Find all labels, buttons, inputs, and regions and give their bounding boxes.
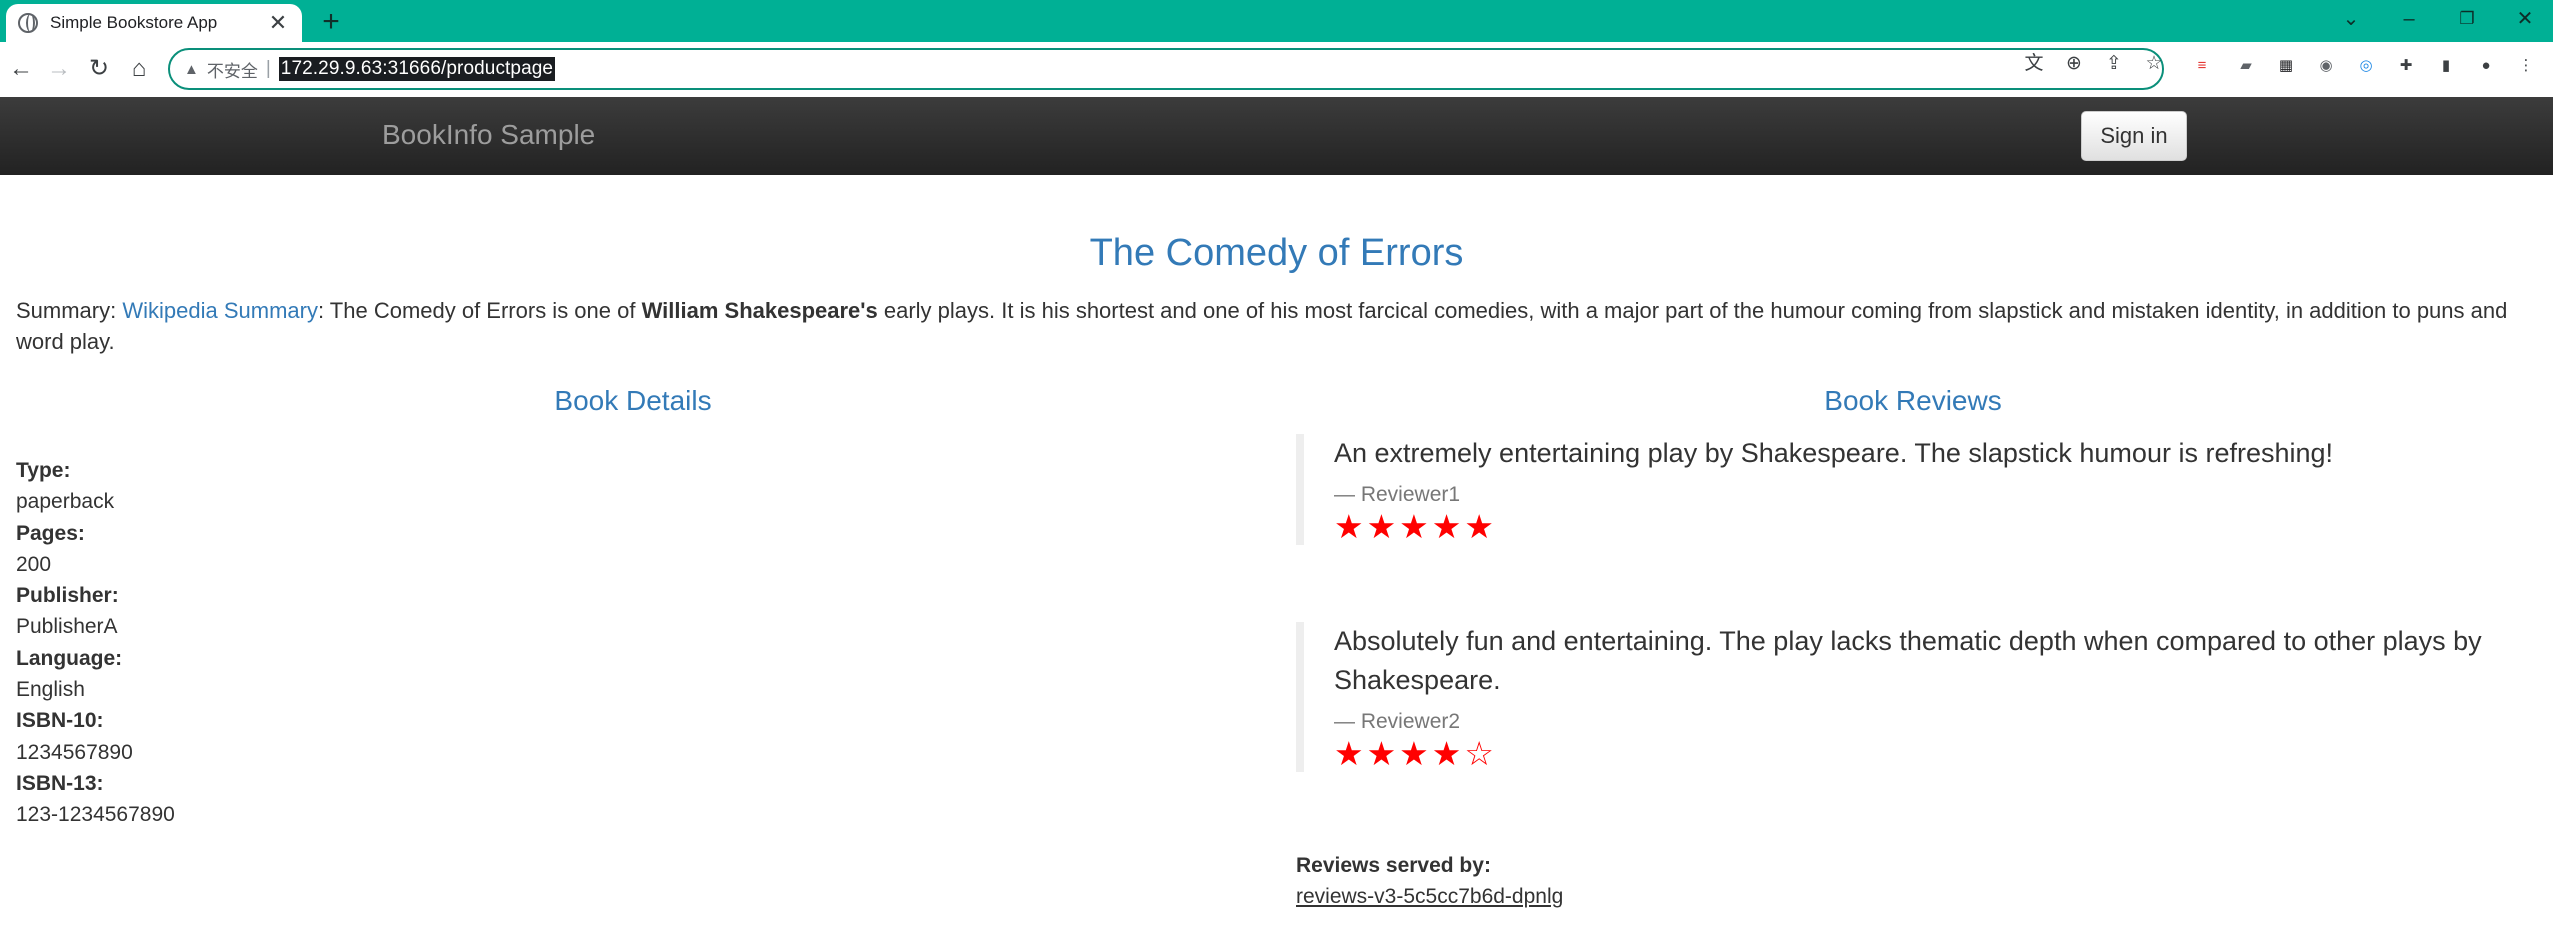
book-summary: Summary: Wikipedia Summary: The Comedy o… [16, 295, 2536, 357]
reload-button[interactable]: ↻ [82, 52, 116, 86]
menu-kebab-icon[interactable]: ⋮ [2514, 54, 2538, 78]
restore-button[interactable]: ❐ [2445, 4, 2489, 34]
detail-value: paperback [16, 490, 115, 514]
forward-button[interactable]: → [42, 52, 76, 86]
book-details-heading: Book Details [554, 385, 712, 416]
detail-label: Language: [16, 646, 123, 670]
security-status[interactable]: 不安全 [207, 57, 258, 82]
reviewer-name: — Reviewer1 [1334, 483, 1461, 506]
ext-chat-icon[interactable]: ▰ [2234, 54, 2258, 78]
wikipedia-summary-link[interactable]: Wikipedia Summary [122, 298, 318, 323]
browser-tab-strip: Simple Bookstore App ✕ + ⌄ – ❐ ✕ [0, 0, 2553, 42]
detail-label: ISBN-13: [16, 771, 104, 795]
address-separator: | [265, 58, 271, 79]
globe-icon [18, 13, 38, 33]
address-bar[interactable]: ▲ 不安全 | 172.29.9.63:31666/productpage [168, 48, 2164, 90]
browser-toolbar: ← → ↻ ⌂ ▲ 不安全 | 172.29.9.63:31666/produc… [0, 42, 2553, 97]
side-panel-icon[interactable]: ▮ [2434, 54, 2458, 78]
reviews-served-by: Reviews served by: reviews-v3-5c5cc7b6d-… [1296, 850, 1563, 912]
ext-blue-icon[interactable]: ◎ [2354, 54, 2378, 78]
star-rating: ★★★★★ [1334, 508, 1497, 545]
close-window-button[interactable]: ✕ [2503, 4, 2547, 34]
bookmark-star-icon[interactable]: ☆ [2140, 52, 2168, 76]
summary-author: William Shakespeare's [641, 298, 878, 323]
detail-value: 123-1234567890 [16, 803, 175, 827]
tab-close-icon[interactable]: ✕ [266, 12, 290, 34]
minimize-button[interactable]: – [2387, 4, 2431, 34]
home-button[interactable]: ⌂ [122, 52, 156, 86]
back-button[interactable]: ← [4, 52, 38, 86]
book-title: The Comedy of Errors [1089, 232, 1464, 274]
detail-label: Publisher: [16, 584, 119, 608]
review-text: Absolutely fun and entertaining. The pla… [1334, 626, 2482, 695]
review-card: Absolutely fun and entertaining. The pla… [1296, 622, 2526, 772]
ext-camera-icon[interactable]: ◉ [2314, 54, 2338, 78]
book-details-list: Type: paperback Pages: 200 Publisher: Publish… [16, 455, 716, 831]
sign-in-button[interactable]: Sign in [2081, 111, 2187, 161]
extensions-puzzle-icon[interactable]: ✚ [2394, 54, 2418, 78]
brand-title[interactable]: BookInfo Sample [382, 119, 595, 151]
browser-tab[interactable]: Simple Bookstore App ✕ [6, 4, 302, 42]
detail-value: 200 [16, 552, 52, 576]
detail-label: Pages: [16, 521, 85, 545]
detail-label: ISBN-10: [16, 709, 104, 733]
reviewer-name: — Reviewer2 [1334, 710, 1461, 733]
review-text: An extremely entertaining play by Shakes… [1334, 438, 2334, 468]
detail-value: English [16, 678, 85, 702]
ext-badge-icon[interactable]: ▦ [2274, 54, 2298, 78]
review-card: An extremely entertaining play by Shakes… [1296, 434, 2526, 545]
site-navbar: BookInfo Sample Sign in [0, 97, 2553, 175]
detail-value: PublisherA [16, 615, 118, 639]
book-reviews-heading: Book Reviews [1824, 385, 2002, 416]
detail-value: 1234567890 [16, 740, 133, 764]
served-by-label: Reviews served by: [1296, 854, 1491, 877]
tab-search-chevron-icon[interactable]: ⌄ [2329, 4, 2373, 34]
zoom-icon[interactable]: ⊕ [2060, 52, 2088, 76]
tab-title: Simple Bookstore App [50, 13, 218, 32]
star-rating: ★★★★☆ [1334, 735, 1497, 772]
translate-icon[interactable]: 文 [2020, 52, 2048, 76]
profile-icon[interactable]: ● [2474, 54, 2498, 78]
warning-triangle-icon[interactable]: ▲ [184, 61, 199, 78]
ext-red-icon[interactable]: ≡ [2190, 54, 2214, 78]
share-icon[interactable]: ⇪ [2100, 52, 2128, 76]
url-text[interactable]: 172.29.9.63:31666/productpage [278, 57, 556, 81]
detail-label: Type: [16, 459, 71, 482]
summary-label: Summary: [16, 298, 123, 323]
new-tab-button[interactable]: + [314, 6, 348, 40]
served-by-pod: reviews-v3-5c5cc7b6d-dpnlg [1296, 885, 1564, 908]
summary-text-1: : The Comedy of Errors is one of [317, 298, 642, 323]
